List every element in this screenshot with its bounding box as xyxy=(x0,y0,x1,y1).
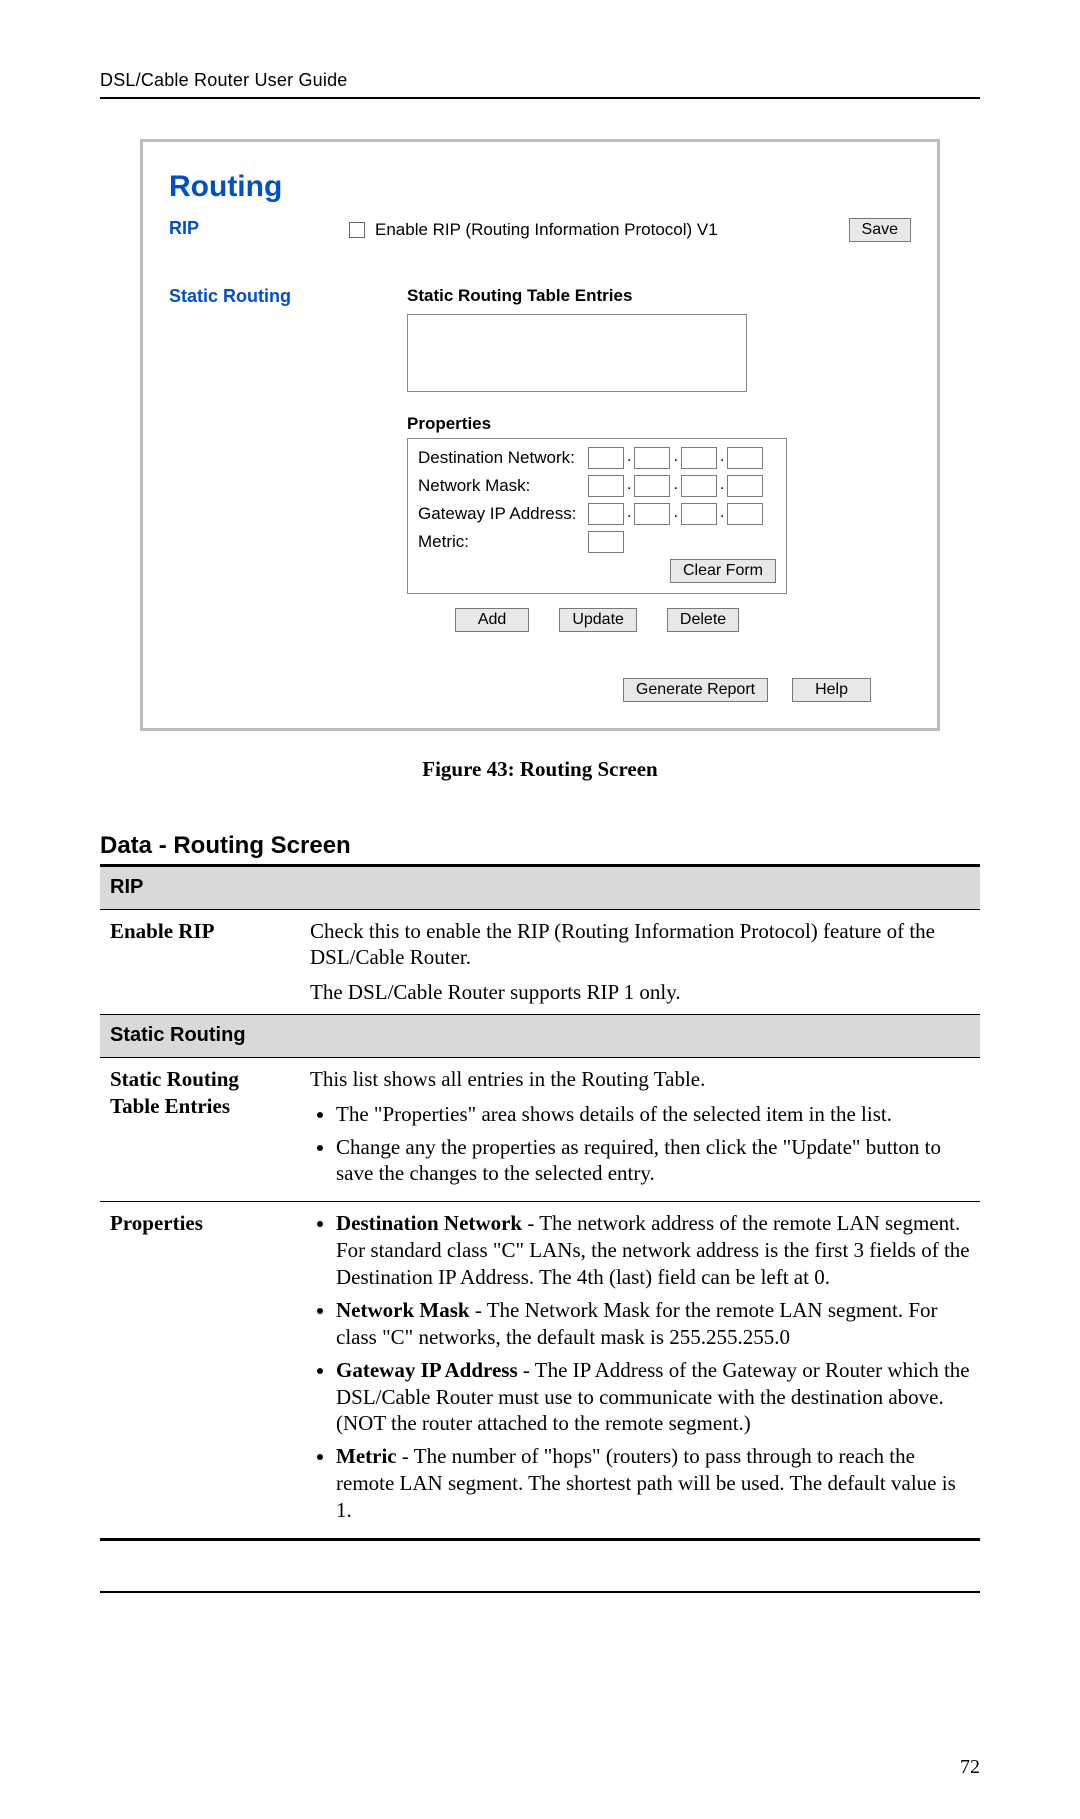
enable-rip-row-desc: Check this to enable the RIP (Routing In… xyxy=(300,909,980,1015)
help-button[interactable]: Help xyxy=(792,678,871,702)
update-button[interactable]: Update xyxy=(559,608,637,632)
add-button[interactable]: Add xyxy=(455,608,529,632)
properties-heading: Properties xyxy=(407,414,911,434)
table-entries-heading: Static Routing Table Entries xyxy=(407,286,911,306)
doc-header-title: DSL/Cable Router User Guide xyxy=(100,70,980,91)
dest-network-label: Destination Network: xyxy=(418,448,588,468)
header-rule xyxy=(100,97,980,99)
table-entries-row-desc: This list shows all entries in the Routi… xyxy=(300,1057,980,1202)
enable-rip-label: Enable RIP (Routing Information Protocol… xyxy=(375,220,718,240)
data-routing-table: RIP Enable RIP Check this to enable the … xyxy=(100,864,980,1541)
generate-report-button[interactable]: Generate Report xyxy=(623,678,768,702)
properties-box: Destination Network: . . . Network Mask:… xyxy=(407,438,787,594)
footer-rule xyxy=(100,1591,980,1593)
routing-title: Routing xyxy=(169,170,911,204)
figure-caption: Figure 43: Routing Screen xyxy=(100,757,980,782)
gateway-ip-label: Gateway IP Address: xyxy=(418,504,588,524)
rip-subheader: RIP xyxy=(100,866,980,910)
network-mask-input[interactable]: . . . xyxy=(588,475,763,497)
enable-rip-row-label: Enable RIP xyxy=(100,909,300,1015)
delete-button[interactable]: Delete xyxy=(667,608,739,632)
properties-row-label: Properties xyxy=(100,1202,300,1540)
table-entries-row-label: Static Routing Table Entries xyxy=(100,1057,300,1202)
enable-rip-checkbox[interactable] xyxy=(349,222,365,238)
static-routing-subheader: Static Routing xyxy=(100,1015,980,1058)
routing-entries-listbox[interactable] xyxy=(407,314,747,392)
static-routing-section-label: Static Routing xyxy=(169,286,349,307)
network-mask-label: Network Mask: xyxy=(418,476,588,496)
page-number: 72 xyxy=(960,1756,980,1779)
clear-form-button[interactable]: Clear Form xyxy=(670,559,776,583)
save-button[interactable]: Save xyxy=(849,218,911,242)
metric-input[interactable] xyxy=(588,531,624,553)
gateway-ip-input[interactable]: . . . xyxy=(588,503,763,525)
dest-network-input[interactable]: . . . xyxy=(588,447,763,469)
router-screenshot-frame: Routing RIP Enable RIP (Routing Informat… xyxy=(140,139,940,731)
rip-section-label: RIP xyxy=(169,218,349,239)
section-heading: Data - Routing Screen xyxy=(100,832,980,860)
metric-label: Metric: xyxy=(418,532,588,552)
properties-row-desc: Destination Network - The network addres… xyxy=(300,1202,980,1540)
